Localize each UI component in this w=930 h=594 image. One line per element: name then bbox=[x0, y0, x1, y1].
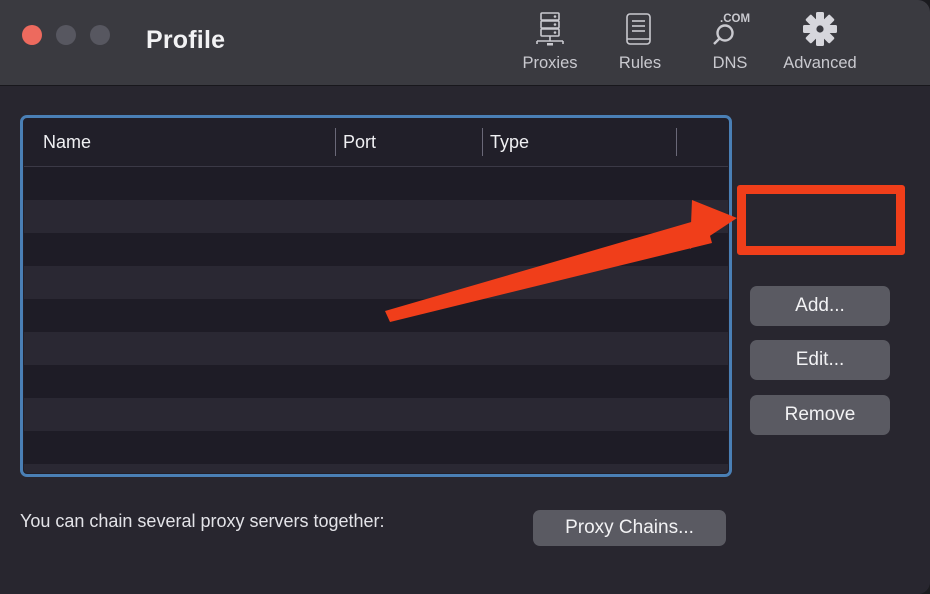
proxy-chains-button[interactable]: Proxy Chains... bbox=[533, 510, 726, 546]
proxy-table[interactable]: Name Port Type bbox=[24, 119, 728, 473]
gear-icon bbox=[799, 8, 841, 50]
table-row[interactable] bbox=[24, 266, 728, 299]
toolbar-item-rules[interactable]: Rules bbox=[595, 8, 685, 73]
toolbar-label-rules: Rules bbox=[618, 54, 662, 72]
toolbar-item-advanced[interactable]: Advanced bbox=[775, 8, 865, 73]
table-row[interactable] bbox=[24, 365, 728, 398]
dot-com-magnifier-icon: .COM bbox=[709, 8, 751, 50]
svg-text:.COM: .COM bbox=[720, 13, 750, 25]
table-row[interactable] bbox=[24, 233, 728, 266]
minimize-button[interactable] bbox=[56, 25, 76, 45]
table-row[interactable] bbox=[24, 464, 728, 473]
toolbar-label-proxies: Proxies bbox=[522, 54, 578, 72]
table-row[interactable] bbox=[24, 299, 728, 332]
toolbar-item-proxies[interactable]: Proxies bbox=[505, 8, 595, 73]
profile-window: Profile Proxies Rules .COM DNS Advanced … bbox=[0, 0, 930, 594]
toolbar-item-dns[interactable]: .COM DNS bbox=[685, 8, 775, 73]
table-row[interactable] bbox=[24, 431, 728, 464]
scroll-document-icon bbox=[619, 8, 661, 50]
profile-body: Name Port Type Add... Edit... Remove You… bbox=[0, 86, 930, 594]
column-header-name[interactable]: Name bbox=[43, 132, 91, 153]
toolbar: Proxies Rules .COM DNS Advanced bbox=[505, 8, 865, 73]
remove-button[interactable]: Remove bbox=[750, 395, 890, 435]
edit-button[interactable]: Edit... bbox=[750, 340, 890, 380]
column-header-type[interactable]: Type bbox=[490, 132, 529, 153]
toolbar-label-advanced: Advanced bbox=[783, 54, 857, 72]
proxy-table-header: Name Port Type bbox=[24, 119, 728, 167]
server-rack-icon bbox=[529, 8, 571, 50]
window-title: Profile bbox=[146, 26, 226, 54]
title-bar: Profile Proxies Rules .COM DNS Advanced bbox=[0, 0, 930, 86]
table-row[interactable] bbox=[24, 398, 728, 431]
proxy-chain-hint-text: You can chain several proxy servers toge… bbox=[20, 511, 385, 531]
table-row[interactable] bbox=[24, 200, 728, 233]
table-row[interactable] bbox=[24, 332, 728, 365]
proxy-table-focus-ring: Name Port Type bbox=[20, 115, 732, 477]
add-button[interactable]: Add... bbox=[750, 286, 890, 326]
close-button[interactable] bbox=[22, 25, 42, 45]
table-row[interactable] bbox=[24, 167, 728, 200]
toolbar-label-dns: DNS bbox=[712, 54, 748, 72]
maximize-button[interactable] bbox=[90, 25, 110, 45]
traffic-light-group bbox=[22, 25, 110, 45]
proxy-table-body[interactable] bbox=[24, 167, 728, 473]
column-header-port[interactable]: Port bbox=[343, 132, 376, 153]
